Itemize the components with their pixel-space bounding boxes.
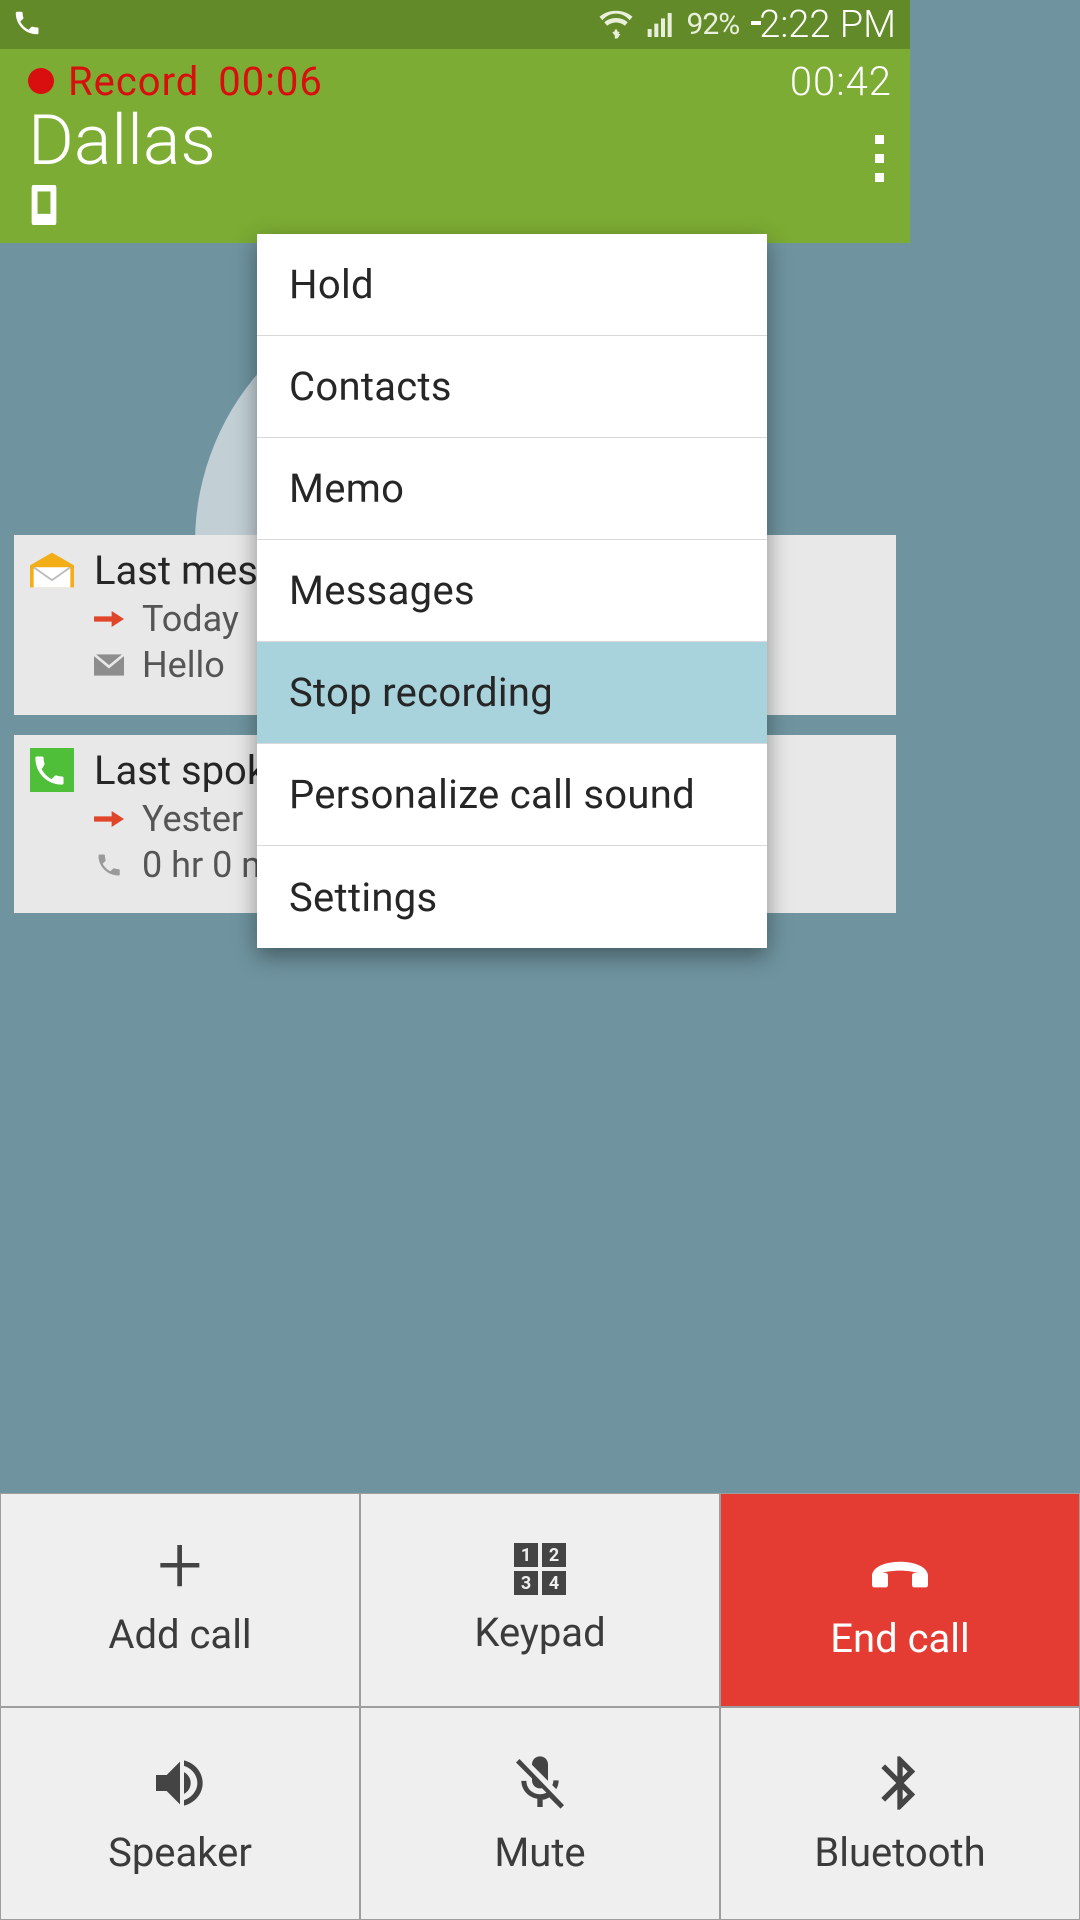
record-label: Record [68,58,199,105]
keypad-label: Keypad [474,1609,605,1656]
arrow-right-icon [94,604,124,634]
last-spoke-title: Last spok [94,747,267,794]
menu-item-settings[interactable]: Settings [257,846,767,948]
speaker-button[interactable]: Speaker [0,1707,360,1920]
last-message-preview: Hello [142,644,225,686]
menu-item-hold[interactable]: Hold [257,234,767,336]
phone-square-icon [30,748,74,792]
end-call-button[interactable]: End call [720,1493,1080,1707]
menu-item-messages[interactable]: Messages [257,540,767,642]
signal-icon [645,10,677,40]
hangup-icon [868,1537,932,1601]
mail-closed-icon [94,650,124,680]
last-message-date: Today [142,598,239,640]
record-dot-icon [28,68,54,94]
mute-button[interactable]: Mute [360,1707,720,1920]
menu-item-personalize-call-sound[interactable]: Personalize call sound [257,744,767,846]
record-time: 00:06 [218,58,323,105]
speaker-icon [148,1751,212,1815]
status-bar: 92% 2:22 PM [0,0,910,49]
contact-name: Dallas [28,105,216,179]
last-message-title: Last mes [94,547,258,594]
keypad-button[interactable]: 1234 Keypad [360,1493,720,1707]
call-duration: 00:42 [790,58,892,105]
mute-label: Mute [494,1829,585,1876]
battery-indicator: 92% [687,7,746,42]
add-call-label: Add call [108,1611,251,1658]
options-menu: HoldContactsMemoMessagesStop recordingPe… [257,234,767,948]
active-call-icon [12,8,42,42]
plus-icon: + [157,1541,202,1597]
end-call-label: End call [830,1615,969,1662]
keypad-icon: 1234 [514,1543,566,1595]
bluetooth-icon [868,1751,932,1815]
arrow-right-icon [94,804,124,834]
wifi-icon [597,10,635,40]
last-spoke-date: Yester [142,798,243,840]
mail-open-icon [30,548,74,592]
menu-item-contacts[interactable]: Contacts [257,336,767,438]
recording-indicator: Record 00:06 [28,58,323,105]
menu-item-memo[interactable]: Memo [257,438,767,540]
last-spoke-duration: 0 hr 0 m [142,844,273,886]
battery-pct: 92% [687,7,740,42]
speaker-label: Speaker [108,1829,252,1876]
mute-icon [508,1751,572,1815]
device-type-icon [28,185,216,229]
add-call-button[interactable]: + Add call [0,1493,360,1707]
more-options-button[interactable] [875,135,884,182]
bluetooth-button[interactable]: Bluetooth [720,1707,1080,1920]
status-time: 2:22 PM [759,3,896,47]
call-actions-grid: + Add call 1234 Keypad End call Speaker … [0,1493,1080,1920]
menu-item-stop-recording[interactable]: Stop recording [257,642,767,744]
call-header: Record 00:06 00:42 Dallas [0,49,910,243]
phone-small-icon [94,850,124,880]
bluetooth-label: Bluetooth [814,1829,985,1876]
